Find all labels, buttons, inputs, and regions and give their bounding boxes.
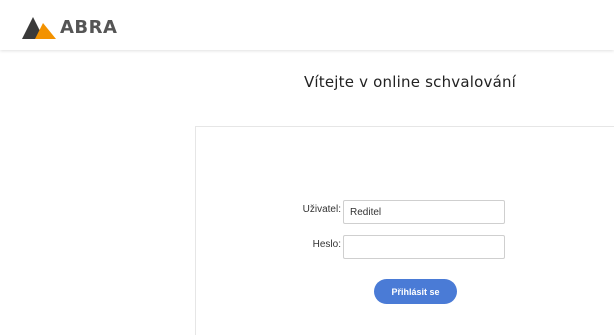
page-title: Vítejte v online schvalování (303, 73, 517, 91)
user-label: Uživatel: (302, 204, 341, 215)
abra-logo[interactable]: ABRA (22, 15, 117, 41)
brand-name: ABRA (60, 17, 118, 38)
login-button[interactable]: Přihlásit se (374, 279, 457, 304)
top-header: ABRA (0, 0, 614, 50)
password-label: Heslo: (312, 239, 341, 250)
user-row: Uživatel: (196, 200, 614, 224)
login-panel: Uživatel: Heslo: Přihlásit se (195, 126, 614, 335)
user-input[interactable] (343, 200, 505, 224)
password-input[interactable] (343, 235, 505, 259)
abra-logo-icon (22, 17, 56, 39)
login-page: ABRA Vítejte v online schvalování Uživat… (0, 0, 614, 335)
password-row: Heslo: (196, 235, 614, 259)
